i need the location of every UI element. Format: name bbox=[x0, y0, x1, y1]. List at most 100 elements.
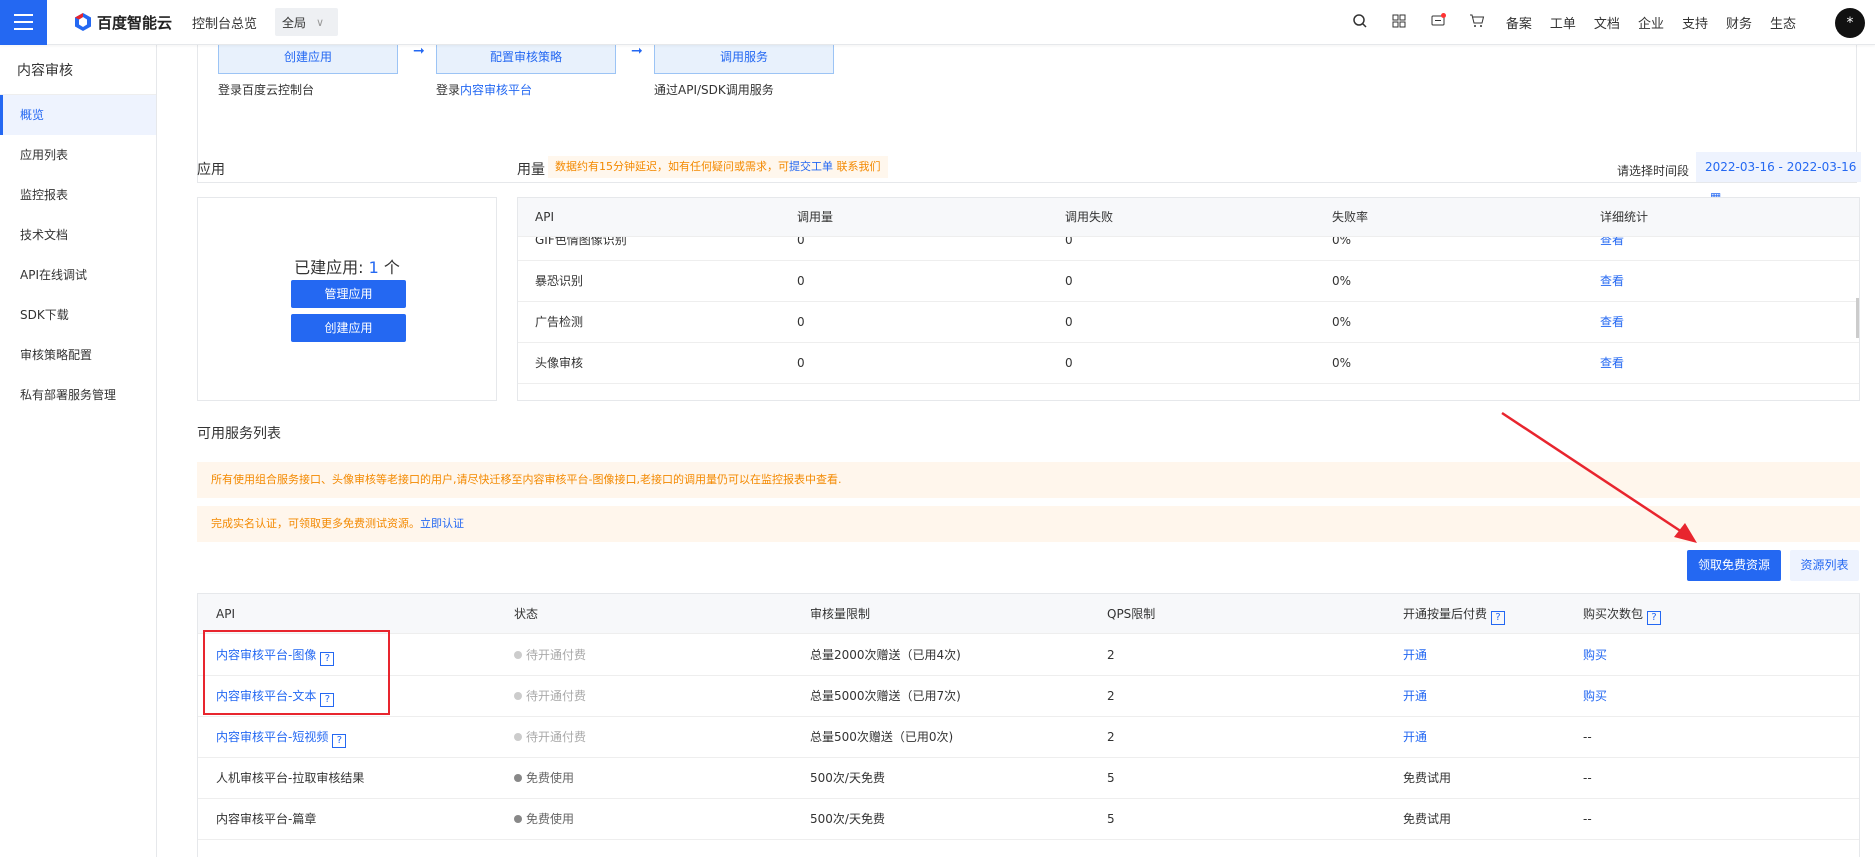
help-icon[interactable]: ? bbox=[1647, 611, 1662, 625]
col-status: 状态 bbox=[514, 607, 539, 621]
apps-grid-icon[interactable] bbox=[1380, 13, 1419, 33]
nav-enterprise[interactable]: 企业 bbox=[1638, 13, 1664, 32]
sidebar-item-overview[interactable]: 概览 bbox=[0, 95, 156, 135]
top-right-toolbar: 备案 工单 文档 企业 支持 财务 生态 * bbox=[1341, 0, 1875, 45]
verification-text: 完成实名认证，可领取更多免费测试资源。 bbox=[211, 517, 420, 530]
col-qps: QPS限制 bbox=[1107, 607, 1156, 621]
services-section-title: 可用服务列表 bbox=[197, 426, 281, 442]
search-icon[interactable] bbox=[1341, 13, 1380, 33]
table-row: 内容审核平台-短视频? 待开通付费 总量500次赠送（已用0次) 2 开通 -- bbox=[198, 717, 1859, 758]
message-icon[interactable] bbox=[1419, 12, 1458, 33]
status-badge: 免费使用 bbox=[514, 799, 574, 840]
console-overview-link[interactable]: 控制台总览 bbox=[192, 13, 257, 32]
pack-status: -- bbox=[1583, 771, 1592, 785]
nav-beian[interactable]: 备案 bbox=[1506, 13, 1532, 32]
api-name-text: 人机审核平台-拉取审核结果 bbox=[216, 771, 365, 785]
notice-suffix: 联系我们 bbox=[836, 160, 881, 173]
col-fail-rate: 失败率 bbox=[1332, 210, 1369, 224]
step-config-strategy-button[interactable]: 配置审核策略 bbox=[436, 40, 616, 74]
step-call-service-button[interactable]: 调用服务 bbox=[654, 40, 834, 74]
verify-now-link[interactable]: 立即认证 bbox=[420, 517, 464, 530]
sidebar-item-sdk-download[interactable]: SDK下载 bbox=[0, 295, 156, 335]
help-icon[interactable]: ? bbox=[332, 734, 347, 748]
quota-limit: 总量2000次赠送（已用4次) bbox=[810, 648, 961, 662]
enable-postpaid-link[interactable]: 开通 bbox=[1403, 717, 1427, 758]
sidebar-item-monitoring[interactable]: 监控报表 bbox=[0, 175, 156, 215]
usage-table-scrollbar[interactable] bbox=[1856, 298, 1859, 338]
status-dot-icon bbox=[514, 692, 522, 700]
table-row: 头像审核 0 0 0% 查看 bbox=[518, 343, 1859, 384]
qps-limit: 2 bbox=[1107, 648, 1115, 662]
content-audit-platform-link[interactable]: 内容审核平台 bbox=[460, 83, 532, 97]
qps-limit: 5 bbox=[1107, 771, 1115, 785]
api-name[interactable]: 内容审核平台-文本? bbox=[216, 676, 335, 717]
notice-text: 数据约有15分钟延迟，如有任何疑问或需求，可 bbox=[555, 160, 789, 173]
quota-limit: 500次/天免费 bbox=[810, 812, 885, 826]
claim-free-resources-button[interactable]: 领取免费资源 bbox=[1687, 550, 1781, 581]
migration-banner: 所有使用组合服务接口、头像审核等老接口的用户,请尽快迁移至内容审核平台-图像接口… bbox=[197, 462, 1860, 498]
status-text: 免费使用 bbox=[526, 771, 575, 785]
usage-table-header-sticky: API 调用量 调用失败 失败率 详细统计 bbox=[518, 198, 1859, 237]
status-text: 免费使用 bbox=[526, 812, 575, 826]
col-detail: 详细统计 bbox=[1600, 210, 1649, 224]
top-navigation-bar: 百度智能云 控制台总览 全局 ∨ 备案 工单 文档 企业 支持 财务 生态 * bbox=[0, 0, 1875, 45]
help-icon[interactable]: ? bbox=[320, 652, 335, 666]
postpaid-status: 免费试用 bbox=[1403, 812, 1452, 826]
usage-delay-notice: 数据约有15分钟延迟，如有任何疑问或需求，可提交工单 联系我们 bbox=[548, 156, 888, 178]
brand-logo[interactable]: 百度智能云 bbox=[73, 12, 172, 33]
step-desc-call-api: 通过API/SDK调用服务 bbox=[654, 83, 774, 97]
status-badge: 待开通付费 bbox=[514, 717, 586, 758]
nav-finance[interactable]: 财务 bbox=[1726, 13, 1752, 32]
user-avatar[interactable]: * bbox=[1835, 7, 1865, 38]
view-detail-link[interactable]: 查看 bbox=[1600, 343, 1624, 384]
view-detail-link[interactable]: 查看 bbox=[1600, 261, 1624, 302]
resource-list-button[interactable]: 资源列表 bbox=[1790, 550, 1859, 581]
sidebar-item-tech-docs[interactable]: 技术文档 bbox=[0, 215, 156, 255]
nav-ticket[interactable]: 工单 bbox=[1550, 13, 1576, 32]
manage-apps-button[interactable]: 管理应用 bbox=[291, 280, 406, 308]
api-name[interactable]: 内容审核平台-短视频? bbox=[216, 717, 347, 758]
buy-pack-link[interactable]: 购买 bbox=[1583, 635, 1607, 676]
table-row: 内容审核平台-图像? 待开通付费 总量2000次赠送（已用4次) 2 开通 购买 bbox=[198, 635, 1859, 676]
date-range-picker[interactable]: 2022-03-16 - 2022-03-16 ▦ bbox=[1696, 152, 1861, 204]
app-count-value: 1 bbox=[368, 258, 379, 277]
failed-count: 0 bbox=[1065, 274, 1073, 288]
status-text: 待开通付费 bbox=[526, 648, 587, 662]
enable-postpaid-link[interactable]: 开通 bbox=[1403, 635, 1427, 676]
sidebar-item-strategy-config[interactable]: 审核策略配置 bbox=[0, 335, 156, 375]
services-table-header: API 状态 审核量限制 QPS限制 开通按量后付费? 购买次数包? bbox=[198, 594, 1859, 634]
table-row: 人机审核平台-拉取审核结果 免费使用 500次/天免费 5 免费试用 -- bbox=[198, 758, 1859, 799]
api-name-text: 内容审核平台-图像 bbox=[216, 648, 317, 662]
sidebar-item-api-debug[interactable]: API在线调试 bbox=[0, 255, 156, 295]
step-create-app-button[interactable]: 创建应用 bbox=[218, 40, 398, 74]
failed-count: 0 bbox=[1065, 315, 1073, 329]
step-desc-login-console: 登录百度云控制台 bbox=[218, 83, 315, 97]
call-count: 0 bbox=[797, 274, 805, 288]
col-calls: 调用量 bbox=[797, 210, 834, 224]
cart-icon[interactable] bbox=[1458, 13, 1497, 33]
fail-rate: 0% bbox=[1332, 274, 1352, 288]
nav-support[interactable]: 支持 bbox=[1682, 13, 1708, 32]
help-icon[interactable]: ? bbox=[1491, 611, 1506, 625]
sidebar-item-app-list[interactable]: 应用列表 bbox=[0, 135, 156, 175]
view-detail-link[interactable]: 查看 bbox=[1600, 302, 1624, 343]
region-selector[interactable]: 全局 ∨ bbox=[275, 8, 339, 36]
status-dot-icon bbox=[514, 733, 522, 741]
nav-ecosystem[interactable]: 生态 bbox=[1770, 13, 1796, 32]
submit-ticket-link[interactable]: 提交工单 bbox=[789, 160, 833, 173]
create-app-button[interactable]: 创建应用 bbox=[291, 314, 406, 342]
status-dot-icon bbox=[514, 774, 522, 782]
nav-docs[interactable]: 文档 bbox=[1594, 13, 1620, 32]
api-name[interactable]: 内容审核平台-图像? bbox=[216, 635, 335, 676]
buy-pack-link[interactable]: 购买 bbox=[1583, 676, 1607, 717]
sidebar-item-private-deploy[interactable]: 私有部署服务管理 bbox=[0, 375, 156, 415]
enable-postpaid-link[interactable]: 开通 bbox=[1403, 676, 1427, 717]
help-icon[interactable]: ? bbox=[320, 693, 335, 707]
app-count: 已建应用: 1 个 bbox=[198, 254, 496, 278]
status-badge: 待开通付费 bbox=[514, 635, 586, 676]
api-name-text: 内容审核平台-文本 bbox=[216, 689, 317, 703]
hamburger-menu-icon[interactable] bbox=[0, 0, 47, 45]
status-dot-icon bbox=[514, 815, 522, 823]
usage-section-title: 用量 bbox=[517, 162, 545, 178]
sidebar: 内容审核 概览 应用列表 监控报表 技术文档 API在线调试 SDK下载 审核策… bbox=[0, 45, 157, 857]
